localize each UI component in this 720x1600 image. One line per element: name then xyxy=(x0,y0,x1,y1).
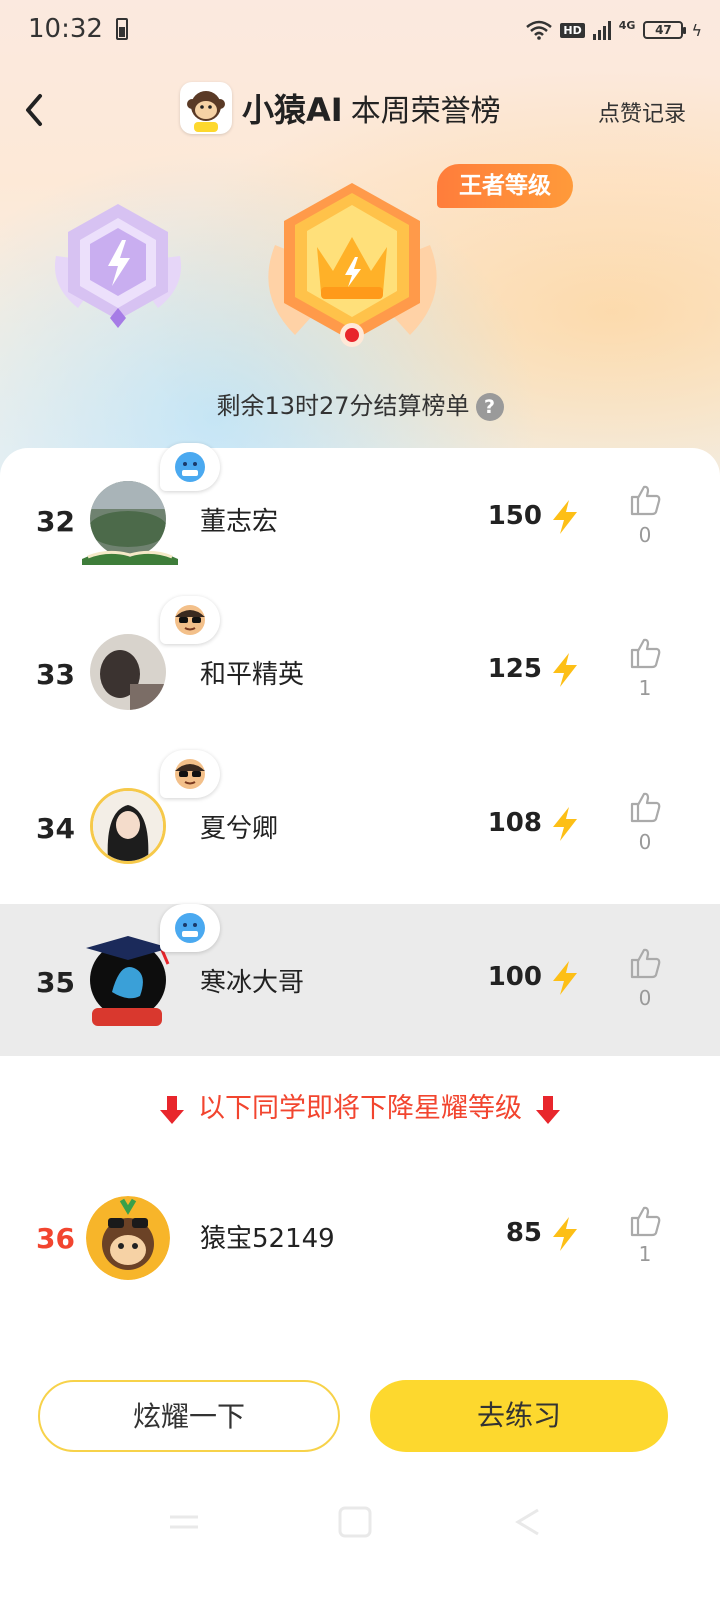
ranking-row-current-user[interactable]: 35 寒冰大哥 100 0 xyxy=(0,904,720,1056)
star-level-badge-icon[interactable] xyxy=(48,196,188,336)
ranking-row[interactable]: 33 和平精英 125 1 xyxy=(0,596,720,748)
home-nav-icon[interactable] xyxy=(338,1506,372,1538)
energy-bolt-icon xyxy=(553,500,577,534)
energy-score: 125 xyxy=(487,654,542,684)
back-nav-icon[interactable] xyxy=(515,1508,539,1536)
rank-number: 35 xyxy=(36,966,75,999)
thumbs-up-icon[interactable] xyxy=(628,636,662,670)
system-icons: HD 4G 47 ϟ xyxy=(526,16,702,44)
signal-icon xyxy=(592,20,611,40)
energy-bolt-icon xyxy=(553,807,577,841)
app-name: 小猿AI xyxy=(242,91,343,129)
sim-card-icon xyxy=(116,18,128,40)
student-name: 夏兮卿 xyxy=(200,814,279,844)
like-count: 1 xyxy=(638,676,652,700)
down-arrow-icon xyxy=(160,1095,184,1124)
demotion-warning: 以下同学即将下降星耀等级 xyxy=(0,1086,720,1126)
thumbs-up-icon[interactable] xyxy=(628,483,662,517)
sunglasses-face-icon xyxy=(175,759,205,789)
student-name: 和平精英 xyxy=(200,660,305,690)
ranking-row[interactable]: 34 夏兮卿 108 0 xyxy=(0,750,720,902)
avatar[interactable] xyxy=(90,634,166,710)
menu-nav-icon[interactable] xyxy=(170,1515,198,1529)
down-arrow-icon xyxy=(536,1095,560,1124)
warning-text: 以下同学即将下降星耀等级 xyxy=(198,1093,522,1124)
avatar[interactable] xyxy=(86,1196,170,1280)
rank-number: 33 xyxy=(36,658,75,691)
cold-face-icon xyxy=(175,913,205,943)
network-type: 4G xyxy=(618,18,636,32)
hd-badge: HD xyxy=(560,22,585,38)
rank-number: 32 xyxy=(36,505,75,538)
king-level-badge-icon[interactable] xyxy=(255,175,450,360)
energy-score: 85 xyxy=(505,1218,542,1248)
like-count: 1 xyxy=(638,1242,652,1266)
energy-bolt-icon xyxy=(553,1217,577,1251)
practice-button[interactable]: 去练习 xyxy=(370,1380,668,1452)
battery-icon: 47 xyxy=(643,21,687,39)
like-count: 0 xyxy=(638,986,652,1010)
status-bubble xyxy=(160,904,220,952)
show-off-button[interactable]: 炫耀一下 xyxy=(38,1380,340,1452)
likes-record-link[interactable]: 点赞记录 xyxy=(598,96,686,128)
system-navigation-bar xyxy=(170,1506,539,1538)
energy-score: 100 xyxy=(487,962,542,992)
status-bubble xyxy=(160,750,220,798)
energy-bolt-icon xyxy=(553,961,577,995)
thumbs-up-icon[interactable] xyxy=(628,790,662,824)
status-bar: 10:32 HD 4G 47 ϟ xyxy=(0,0,720,60)
student-name: 猿宝52149 xyxy=(200,1224,335,1254)
like-count: 0 xyxy=(638,830,652,854)
status-bubble xyxy=(160,443,220,491)
avatar[interactable] xyxy=(90,788,166,864)
page-subtitle: 本周荣誉榜 xyxy=(350,94,501,129)
student-name: 寒冰大哥 xyxy=(200,968,305,998)
student-name: 董志宏 xyxy=(200,507,279,537)
help-icon[interactable]: ? xyxy=(475,393,504,421)
rank-number: 34 xyxy=(36,812,75,845)
avatar-frame-scroll xyxy=(92,1008,162,1026)
rank-number: 36 xyxy=(36,1222,75,1255)
page-title: 小猿AI 本周荣誉榜 xyxy=(180,80,501,136)
ranking-row[interactable]: 32 董志宏 150 0 xyxy=(0,443,720,595)
thumbs-up-icon[interactable] xyxy=(628,946,662,980)
energy-score: 150 xyxy=(487,501,542,531)
king-level-tag: 王者等级 xyxy=(437,164,573,208)
avatar-frame-book xyxy=(82,550,178,565)
charging-icon: ϟ xyxy=(691,20,702,40)
settlement-countdown: 剩余13时27分结算榜单? xyxy=(0,386,720,421)
app-logo-icon xyxy=(180,82,232,134)
countdown-text: 剩余13时27分结算榜单 xyxy=(216,392,470,420)
wifi-icon xyxy=(526,20,553,40)
cold-face-icon xyxy=(175,452,205,482)
energy-bolt-icon xyxy=(553,653,577,687)
sunglasses-face-icon xyxy=(175,605,205,635)
graduation-cap-icon xyxy=(86,936,170,965)
ranking-row[interactable]: 36 猿宝52149 85 1 xyxy=(0,1160,720,1312)
like-count: 0 xyxy=(638,523,652,547)
back-arrow-icon[interactable] xyxy=(20,90,50,130)
status-bubble xyxy=(160,596,220,644)
energy-score: 108 xyxy=(487,808,542,838)
status-time: 10:32 xyxy=(28,14,103,44)
thumbs-up-icon[interactable] xyxy=(628,1204,662,1238)
